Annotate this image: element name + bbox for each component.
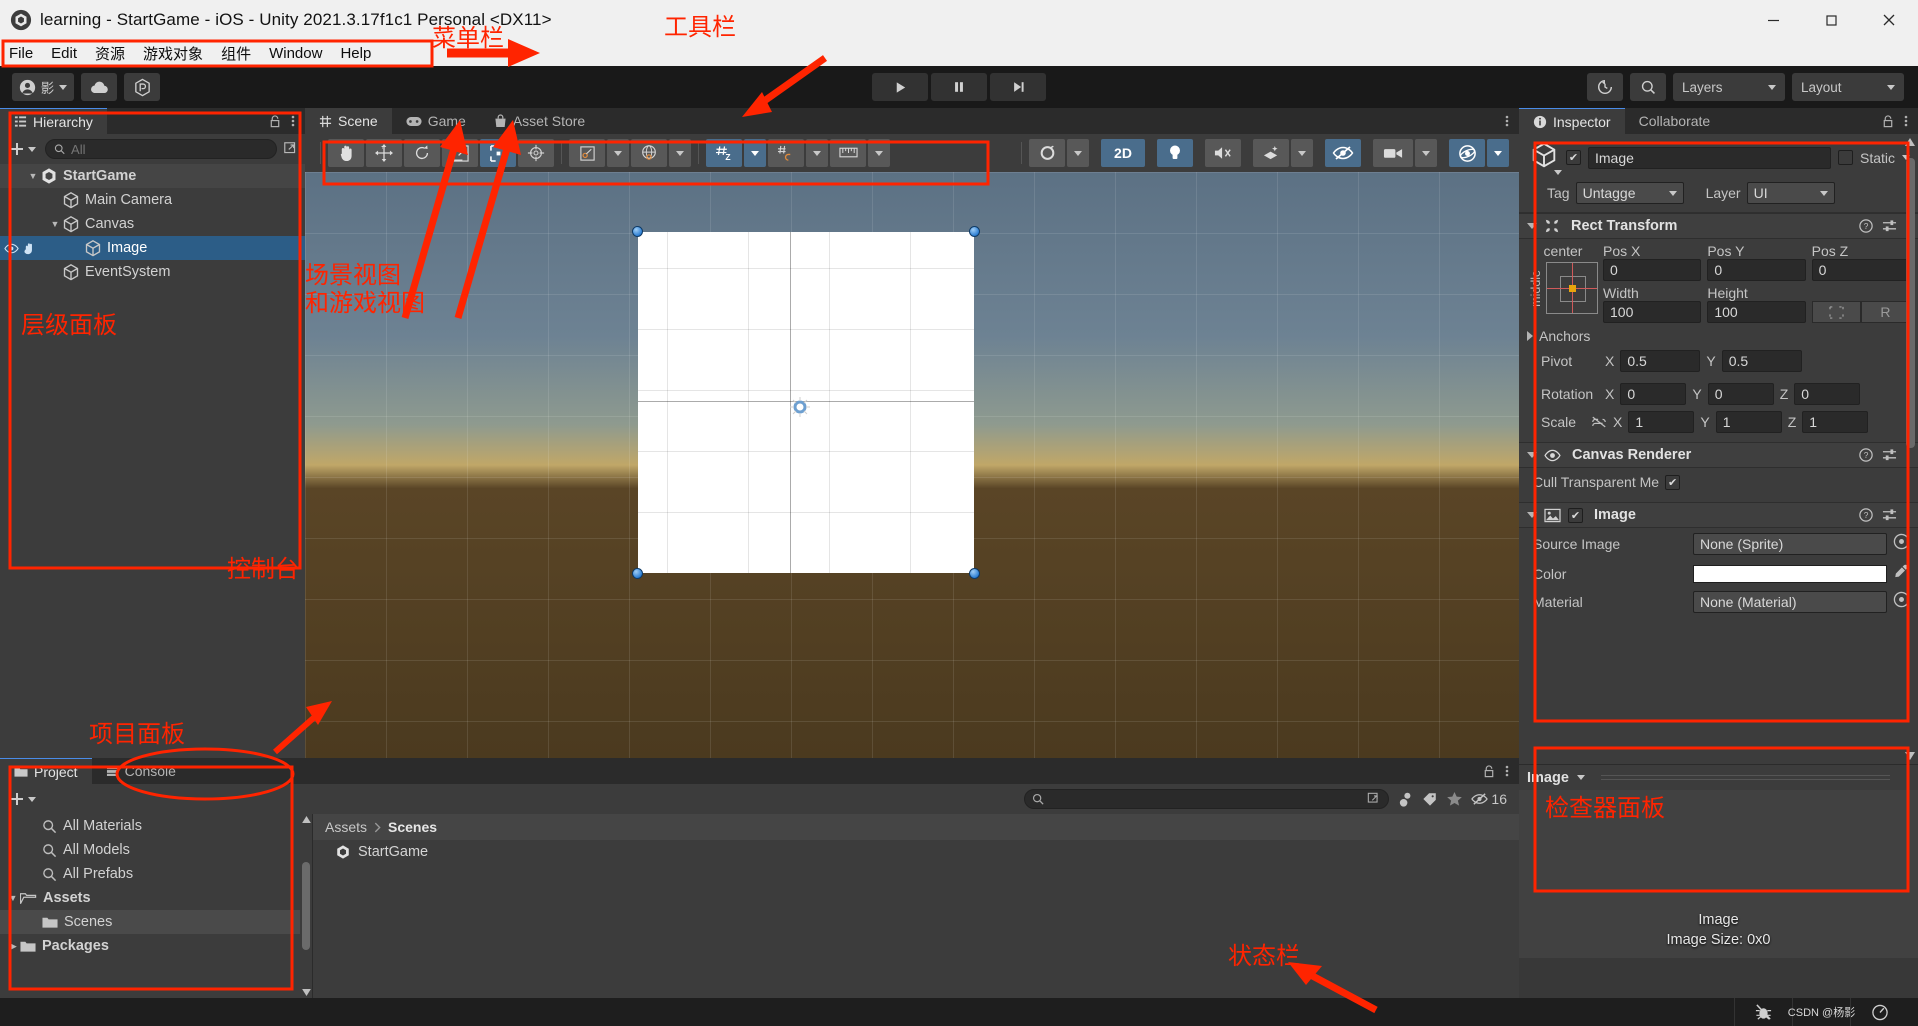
annotation-box-hierarchy	[8, 111, 302, 570]
annotation-ellipse-console	[115, 747, 295, 801]
unity-editor-window: learning - StartGame - iOS - Unity 2021.…	[0, 0, 1918, 1026]
annotation-overlay	[1, 39, 1910, 1014]
annotation-box-scene-toolbar	[322, 140, 990, 186]
annotation-arrow-toolbar	[742, 55, 828, 117]
annotation-arrow-scene-view	[401, 120, 521, 319]
annotation-arrow-console	[273, 701, 332, 755]
annotation-box-project	[8, 765, 294, 991]
annotation-box-inspector-top	[1533, 141, 1910, 723]
annotation-box-menubar	[1, 39, 434, 68]
annotation-arrow-menubar	[447, 39, 540, 67]
annotation-arrow-statusbar	[1288, 962, 1378, 1014]
annotation-box-inspector-preview	[1533, 746, 1910, 893]
